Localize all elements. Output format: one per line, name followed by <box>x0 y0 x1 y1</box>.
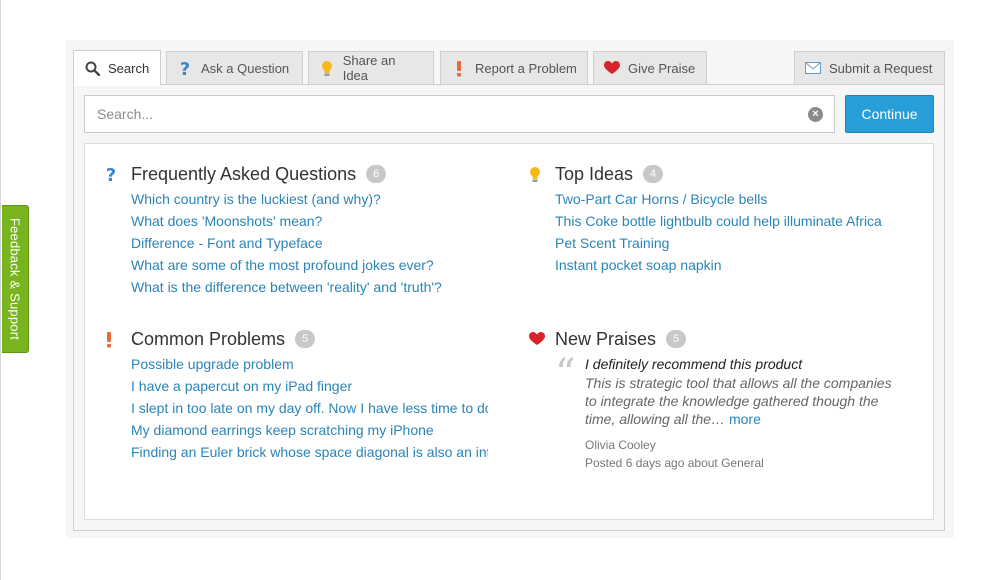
problems-count-badge: 5 <box>295 330 316 348</box>
problem-link[interactable]: I slept in too late on my day off. Now I… <box>131 400 488 422</box>
faq-count-badge: 6 <box>366 165 387 183</box>
problem-link[interactable]: Finding an Euler brick whose space diago… <box>131 444 488 466</box>
search-icon <box>84 60 100 76</box>
praise-more-link[interactable]: more <box>729 411 761 427</box>
envelope-icon <box>805 60 821 76</box>
heart-icon <box>529 329 555 349</box>
problem-link[interactable]: Possible upgrade problem <box>131 356 488 378</box>
idea-link[interactable]: Pet Scent Training <box>555 235 912 257</box>
tab-search-label: Search <box>108 60 150 76</box>
quote-icon: “ <box>555 351 576 397</box>
faq-link[interactable]: What does 'Moonshots' mean? <box>131 213 488 235</box>
lightbulb-icon <box>319 60 335 76</box>
tab-submit-request-label: Submit a Request <box>829 60 933 76</box>
ideas-title: Top Ideas <box>555 163 634 184</box>
idea-link[interactable]: This Coke bottle lightbulb could help il… <box>555 213 912 235</box>
praise-author: Olivia Cooley <box>585 438 656 452</box>
praises-title: New Praises <box>555 328 657 349</box>
problems-title: Common Problems <box>131 328 286 349</box>
page-left-edge <box>0 0 1 580</box>
clear-search-icon[interactable]: × <box>808 107 823 122</box>
praises-count-badge: 5 <box>666 330 687 348</box>
search-box: × <box>84 95 835 133</box>
problems-section: Common Problems 5 Possible upgrade probl… <box>105 328 488 466</box>
tab-report-problem-label: Report a Problem <box>475 60 577 76</box>
praise-title[interactable]: I definitely recommend this product <box>585 356 895 374</box>
continue-button[interactable]: Continue <box>845 95 934 133</box>
tab-give-praise[interactable]: Give Praise <box>593 51 707 85</box>
svg-text:?: ? <box>106 166 116 183</box>
tab-report-problem[interactable]: Report a Problem <box>440 51 588 85</box>
tab-give-praise-label: Give Praise <box>628 60 696 76</box>
praises-section: New Praises 5 “ I definitely recommend t… <box>529 328 909 474</box>
exclamation-icon <box>451 60 467 76</box>
svg-text:?: ? <box>180 60 190 77</box>
faq-link[interactable]: What are some of the most profound jokes… <box>131 257 488 279</box>
tab-share-idea-label: Share an Idea <box>342 53 396 83</box>
faq-link[interactable]: Difference - Font and Typeface <box>131 235 488 257</box>
tab-ask-question-label: Ask a Question <box>201 60 290 76</box>
idea-link[interactable]: Two-Part Car Horns / Bicycle bells <box>555 191 912 213</box>
faq-link[interactable]: What is the difference between 'reality'… <box>131 279 488 301</box>
faq-title: Frequently Asked Questions <box>131 163 357 184</box>
question-icon: ? <box>177 60 193 77</box>
exclamation-icon <box>105 329 131 349</box>
problem-link[interactable]: I have a papercut on my iPad finger <box>131 378 488 400</box>
tab-search[interactable]: Search <box>73 50 161 86</box>
search-input[interactable] <box>85 96 785 132</box>
lightbulb-icon <box>529 164 555 184</box>
praise-meta: Posted 6 days ago about General <box>585 456 764 470</box>
faq-section: ? Frequently Asked Questions 6 Which cou… <box>105 163 485 301</box>
faq-link[interactable]: Which country is the luckiest (and why)? <box>131 191 488 213</box>
problem-link[interactable]: My diamond earrings keep scratching my i… <box>131 422 488 444</box>
results-panel: ? Frequently Asked Questions 6 Which cou… <box>84 143 934 520</box>
feedback-support-label: Feedback & Support <box>7 217 23 341</box>
heart-icon <box>604 60 620 76</box>
ideas-count-badge: 4 <box>643 165 664 183</box>
ideas-section: Top Ideas 4 Two-Part Car Horns / Bicycle… <box>529 163 909 279</box>
tab-ask-question[interactable]: ? Ask a Question <box>166 51 303 85</box>
tab-share-idea[interactable]: Share an Idea <box>308 51 434 85</box>
question-icon: ? <box>105 164 131 184</box>
feedback-support-tab[interactable]: Feedback & Support <box>2 205 29 353</box>
tab-submit-request[interactable]: Submit a Request <box>794 51 945 85</box>
idea-link[interactable]: Instant pocket soap napkin <box>555 257 912 279</box>
tab-bar: Search ? Ask a Question Share an Idea Re… <box>73 50 945 86</box>
praise-item: “ I definitely recommend this product Th… <box>555 351 895 474</box>
